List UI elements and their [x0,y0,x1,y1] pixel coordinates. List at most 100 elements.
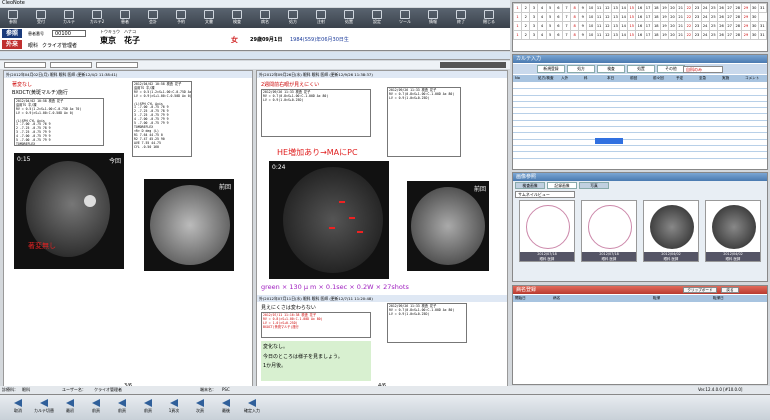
calendar-day[interactable]: 3 [529,30,539,40]
karte-set-tab-3[interactable]: 処置 [627,65,655,73]
calendar-day[interactable]: 29 [741,30,751,40]
calendar-day[interactable]: 8 [570,3,580,13]
calendar-day[interactable]: 30 [749,21,759,31]
calendar-day[interactable]: 28 [733,30,743,40]
calendar-day[interactable]: 20 [667,30,678,40]
calendar-day[interactable]: 19 [659,21,669,31]
calendar-day[interactable]: 23 [692,3,702,13]
calendar-day[interactable]: 20 [667,21,678,31]
calendar-day[interactable]: 10 [586,12,596,22]
filter-select-2[interactable] [50,62,92,68]
thumbnail-tab-1[interactable]: 記録画像 [547,182,577,189]
calendar-day[interactable]: 21 [676,21,686,31]
calendar-day[interactable]: 2 [521,30,531,40]
left-fundus-image[interactable]: 0:15 今回 著変無し [14,153,124,269]
calendar-day[interactable]: 5 [545,21,555,31]
calendar-day[interactable]: 28 [733,21,743,31]
calendar-day[interactable]: 10 [586,21,596,31]
thumbnail-item[interactable]: 2012/07/18 眼科 医師 [519,200,575,262]
calendar-day[interactable]: 13 [610,12,621,22]
karte-set-tab-2[interactable]: 検査 [597,65,625,73]
calendar-day[interactable]: 14 [619,30,629,40]
calendar-day[interactable]: 29 [741,12,751,22]
toolbar-button-17[interactable]: 閉じる [478,9,500,27]
calendar-day[interactable]: 1 [512,3,523,13]
karte-set-tab-4[interactable]: その他 [657,65,685,73]
calendar-day[interactable]: 22 [684,30,694,40]
calendar-day[interactable]: 28 [733,12,743,22]
calendar-day[interactable]: 16 [635,3,645,13]
calendar-day[interactable]: 31 [757,21,768,31]
calendar-day[interactable]: 6 [553,3,563,13]
karte-set-filter[interactable]: 自科のみ [683,66,723,73]
thumbnail-tab-2[interactable]: 写真 [579,182,609,189]
calendar-day[interactable]: 30 [749,12,759,22]
calendar-day[interactable]: 7 [561,30,572,40]
calendar-day[interactable]: 27 [725,3,735,13]
calendar-day[interactable]: 10 [586,3,596,13]
selected-cell[interactable] [595,138,623,144]
calendar-day[interactable]: 4 [537,12,547,22]
calendar-day[interactable]: 12 [602,3,612,13]
calendar-day[interactable]: 6 [553,30,563,40]
calendar-day[interactable]: 5 [545,30,555,40]
calendar-day[interactable]: 24 [700,3,710,13]
bottom-button-6[interactable]: 1頁次 [162,397,186,419]
calendar-day[interactable]: 22 [684,12,694,22]
calendar-day[interactable]: 27 [725,12,735,22]
calendar-day[interactable]: 7 [561,21,572,31]
calendar-day[interactable]: 21 [676,12,686,22]
toolbar-button-9[interactable]: 病名 [254,9,276,27]
calendar-day[interactable]: 14 [619,12,629,22]
calendar-day[interactable]: 3 [529,12,539,22]
calendar-day[interactable]: 25 [708,3,718,13]
calendar-day[interactable]: 6 [553,12,563,22]
calendar-day[interactable]: 18 [651,12,661,22]
calendar-day[interactable]: 13 [610,3,621,13]
clipboard-button[interactable]: クリップボード [683,287,717,293]
calendar-day[interactable]: 11 [594,3,604,13]
calendar-day[interactable]: 28 [733,3,743,13]
calendar-day[interactable]: 2 [521,3,531,13]
calendar-day[interactable]: 8 [570,21,580,31]
calendar-day[interactable]: 25 [708,21,718,31]
calendar-day[interactable]: 11 [594,12,604,22]
calendar-day[interactable]: 24 [700,21,710,31]
karte-set-tab-1[interactable]: 処方 [567,65,595,73]
bottom-button-5[interactable]: 前頁 [136,397,160,419]
toolbar-button-6[interactable]: 予約 [170,9,192,27]
calendar-day[interactable]: 14 [619,21,629,31]
bottom-button-9[interactable]: 確定入力 [240,397,264,419]
calendar-day[interactable]: 26 [716,21,727,31]
bottom-button-3[interactable]: 前頁 [84,397,108,419]
calendar-day[interactable]: 19 [659,3,669,13]
thumbnail-item[interactable]: 2012/04/02 眼科 医師 [643,200,699,262]
calendar-day[interactable]: 26 [716,12,727,22]
calendar-day[interactable]: 29 [741,3,751,13]
calendar-day[interactable]: 23 [692,30,702,40]
toolbar-button-4[interactable]: 患者 [114,9,136,27]
calendar-day[interactable]: 3 [529,21,539,31]
calendar-day[interactable]: 15 [627,12,637,22]
bottom-button-7[interactable]: 次頁 [188,397,212,419]
calendar-day[interactable]: 4 [537,30,547,40]
calendar-day[interactable]: 9 [578,12,588,22]
bottom-button-2[interactable]: 最初 [58,397,82,419]
calendar-day[interactable]: 3 [529,3,539,13]
calendar-day[interactable]: 9 [578,30,588,40]
calendar-day[interactable]: 23 [692,21,702,31]
thumbnail-view-select[interactable]: サムネイルビュー [515,191,575,198]
calendar-day[interactable]: 17 [643,21,653,31]
calendar-day[interactable]: 20 [667,3,678,13]
bottom-button-1[interactable]: カルテ切替 [32,397,56,419]
calendar-day[interactable]: 1 [512,21,523,31]
toolbar-button-3[interactable]: カルテ2 [86,9,108,27]
calendar-day[interactable]: 4 [537,21,547,31]
filter-select-1[interactable] [4,62,46,68]
calendar-day[interactable]: 14 [619,3,629,13]
calendar-day[interactable]: 13 [610,30,621,40]
calendar-day[interactable]: 2 [521,12,531,22]
calendar-day[interactable]: 16 [635,30,645,40]
calendar-day[interactable]: 21 [676,30,686,40]
calendar-day[interactable]: 18 [651,30,661,40]
